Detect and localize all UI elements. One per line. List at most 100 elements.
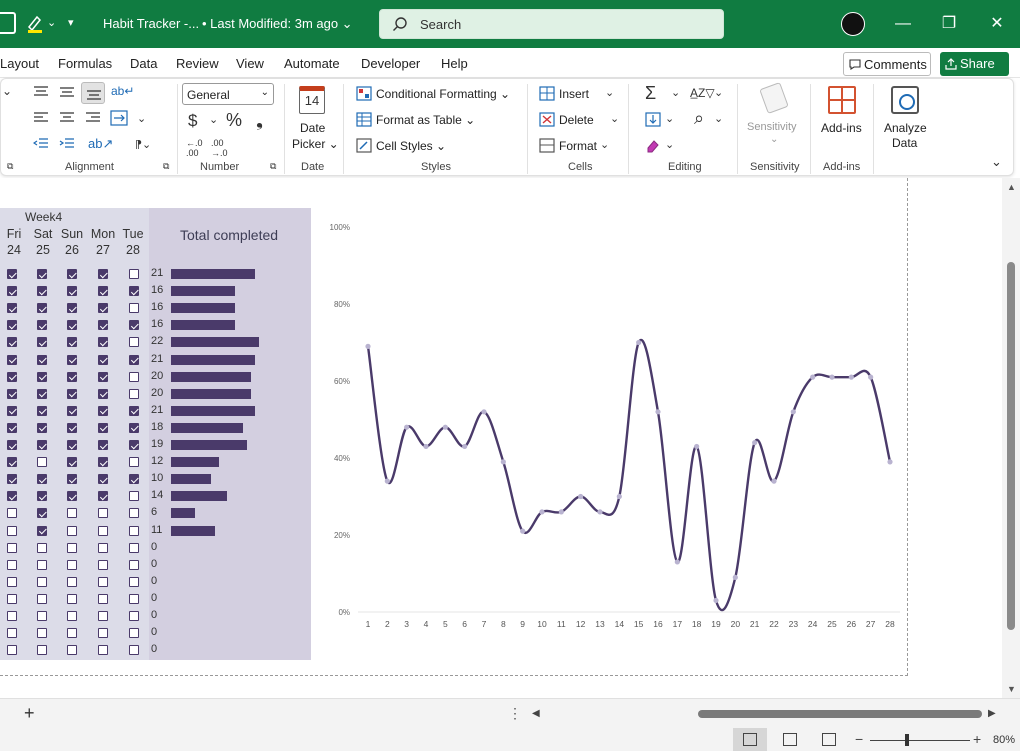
checkbox-checked[interactable] [7,269,17,279]
checkbox-checked[interactable] [129,474,139,485]
last-modified-status[interactable]: • Last Modified: 3m ago ⌄ [202,16,353,32]
checkbox-checked[interactable] [67,388,77,399]
checkbox-unchecked[interactable] [7,542,17,553]
data-point[interactable] [404,424,410,430]
data-point[interactable] [790,409,796,415]
checkbox-checked[interactable] [98,388,108,399]
increase-indent-icon[interactable] [59,138,75,150]
checkbox-checked[interactable] [67,354,77,365]
checkbox-unchecked[interactable] [67,576,77,587]
checkbox-unchecked[interactable] [98,559,108,570]
checkbox-checked[interactable] [67,337,77,348]
checkbox-unchecked[interactable] [67,628,77,639]
checkbox-unchecked[interactable] [67,559,77,570]
data-point[interactable] [539,509,545,515]
checkbox-checked[interactable] [7,440,17,450]
scroll-up-icon[interactable]: ▲ [1007,182,1016,192]
tab-developer[interactable]: Developer [361,56,420,71]
checkbox-checked[interactable] [37,422,47,433]
checkbox-unchecked[interactable] [7,593,17,604]
decrease-decimal-icon[interactable]: .00 →.0 [211,138,233,158]
scroll-left-icon[interactable]: ◀ [532,708,540,719]
checkbox-checked[interactable] [129,405,139,416]
checkbox-checked[interactable] [37,286,47,297]
tab-review[interactable]: Review [176,56,219,71]
checkbox-unchecked[interactable] [7,508,17,519]
avatar[interactable] [841,12,865,36]
currency-icon[interactable]: $ [188,111,197,131]
tab-automate[interactable]: Automate [284,56,340,71]
series-line[interactable] [366,338,892,612]
restore-icon[interactable]: ❐ [939,14,959,34]
font-dialog-launcher-icon[interactable]: ⧉ [7,161,13,172]
merge-center-icon[interactable] [110,110,128,126]
percent-icon[interactable]: % [226,110,242,131]
insert-dropdown-icon[interactable]: ⌄ [605,86,614,99]
checkbox-unchecked[interactable] [98,525,108,536]
data-point[interactable] [520,528,526,534]
checkbox-unchecked[interactable] [129,269,139,279]
checkbox-unchecked[interactable] [37,559,47,570]
checkbox-unchecked[interactable] [37,611,47,621]
date-picker-label[interactable]: Date [300,121,325,135]
decrease-indent-icon[interactable] [33,138,49,150]
checkbox-unchecked[interactable] [129,371,139,382]
data-point[interactable] [423,443,429,450]
checkbox-checked[interactable] [7,474,17,485]
checkbox-unchecked[interactable] [129,457,139,468]
data-point[interactable] [442,424,448,430]
normal-view-button[interactable] [733,728,767,751]
checkbox-unchecked[interactable] [129,645,139,656]
checkbox-checked[interactable] [98,440,108,450]
checkbox-unchecked[interactable] [98,576,108,587]
date-picker-label-2[interactable]: Picker ⌄ [292,137,339,151]
analyze-data-button[interactable]: Analyze [884,121,927,135]
checkbox-checked[interactable] [98,457,108,468]
checkbox-unchecked[interactable] [129,303,139,314]
sensitivity-dropdown-icon[interactable]: ⌄ [770,134,778,145]
scroll-right-icon[interactable]: ▶ [988,708,996,719]
data-point[interactable] [732,574,738,580]
checkbox-unchecked[interactable] [7,628,17,639]
checkbox-unchecked[interactable] [129,611,139,621]
checkbox-checked[interactable] [7,303,17,314]
data-point[interactable] [752,440,758,446]
checkbox-checked[interactable] [98,269,108,279]
checkbox-unchecked[interactable] [7,611,17,621]
checkbox-checked[interactable] [67,457,77,468]
checkbox-checked[interactable] [37,388,47,399]
checkbox-unchecked[interactable] [7,559,17,570]
checkbox-checked[interactable] [98,320,108,331]
customize-quick-access-icon[interactable]: ▾ [68,13,74,33]
checkbox-checked[interactable] [37,440,47,450]
checkbox-checked[interactable] [37,525,47,536]
checkbox-unchecked[interactable] [129,576,139,587]
checkbox-unchecked[interactable] [37,457,47,468]
zoom-slider-thumb[interactable] [905,734,909,746]
align-right-icon[interactable] [85,112,101,124]
checkbox-unchecked[interactable] [98,542,108,553]
checkbox-checked[interactable] [7,457,17,468]
tab-layout[interactable]: Layout [0,56,39,71]
cell-styles-button[interactable]: Cell Styles ⌄ [376,139,446,153]
checkbox-unchecked[interactable] [129,388,139,399]
delete-dropdown-icon[interactable]: ⌄ [610,112,619,125]
text-direction-icon[interactable]: ⁋⌄ [135,138,151,151]
checkbox-checked[interactable] [67,303,77,314]
data-point[interactable] [636,339,642,346]
add-ins-button[interactable]: Add-ins [821,121,862,135]
data-point[interactable] [771,478,777,484]
chevron-down-icon[interactable]: ⌄ [2,84,12,98]
excel-app-icon[interactable] [0,12,16,34]
zoom-out-icon[interactable]: − [855,731,863,747]
checkbox-unchecked[interactable] [67,645,77,656]
comma-style-icon[interactable]: ❟ [256,110,263,131]
checkbox-checked[interactable] [67,286,77,297]
analyze-data-label-2[interactable]: Data [892,136,917,150]
checkbox-unchecked[interactable] [67,542,77,553]
tab-data[interactable]: Data [130,56,157,71]
data-point[interactable] [384,478,390,484]
checkbox-checked[interactable] [7,286,17,297]
conditional-formatting-button[interactable]: Conditional Formatting ⌄ [376,87,510,101]
data-point[interactable] [597,509,603,515]
